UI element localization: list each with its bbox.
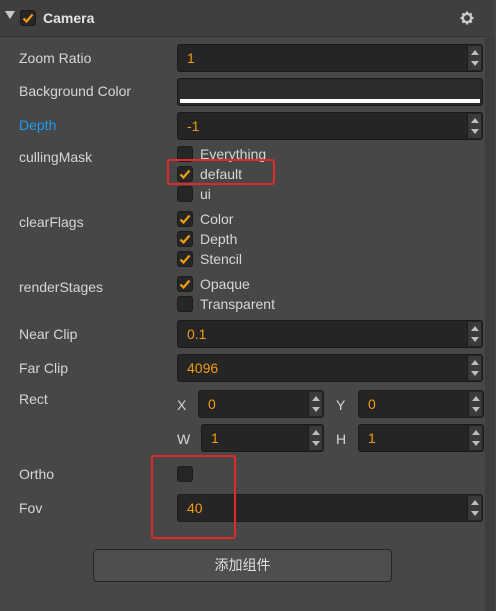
near-clip-input[interactable]: 0.1: [177, 320, 483, 348]
near-clip-stepper[interactable]: [467, 322, 481, 346]
rect-h-input[interactable]: 1: [358, 424, 484, 452]
clear-depth-label: Depth: [200, 231, 238, 247]
far-clip-input[interactable]: 4096: [177, 354, 483, 382]
rect-w-input[interactable]: 1: [201, 424, 324, 452]
rect-label: Rect: [19, 391, 48, 407]
culling-ui-label: ui: [200, 186, 211, 202]
render-stages-label: renderStages: [19, 279, 104, 295]
stage-opaque-checkbox[interactable]: [177, 276, 193, 292]
far-clip-label: Far Clip: [19, 360, 69, 376]
rect-h-label: H: [336, 431, 347, 447]
rect-y-value: 0: [368, 396, 376, 412]
far-clip-value: 4096: [187, 360, 219, 376]
far-clip-stepper[interactable]: [467, 356, 481, 380]
near-clip-label: Near Clip: [19, 326, 78, 342]
clear-flags-label: clearFlags: [19, 214, 84, 230]
rect-x-label: X: [177, 397, 187, 413]
checkmark-icon: [22, 13, 34, 24]
rect-x-input[interactable]: 0: [198, 390, 324, 418]
checkmark-icon: [179, 214, 191, 225]
checkmark-icon: [179, 234, 191, 245]
fov-label: Fov: [19, 500, 43, 516]
stage-transparent-label: Transparent: [200, 296, 275, 312]
rect-h-stepper[interactable]: [468, 426, 482, 450]
checkmark-icon: [179, 254, 191, 265]
gear-icon[interactable]: [460, 11, 474, 25]
background-color-picker[interactable]: [177, 78, 483, 106]
background-color-label: Background Color: [19, 83, 132, 99]
rect-x-value: 0: [208, 396, 216, 412]
rect-y-input[interactable]: 0: [358, 390, 484, 418]
rect-y-stepper[interactable]: [468, 392, 482, 416]
component-enabled-checkbox[interactable]: [20, 10, 36, 26]
highlight-annotation-culling: [167, 159, 275, 185]
stage-opaque-label: Opaque: [200, 276, 250, 292]
highlight-annotation-ortho-fov: [151, 455, 236, 539]
clear-stencil-label: Stencil: [200, 251, 243, 267]
near-clip-value: 0.1: [187, 326, 207, 342]
clear-color-label: Color: [200, 211, 234, 227]
collapse-triangle-icon[interactable]: [5, 11, 15, 19]
zoom-ratio-input[interactable]: 1: [177, 44, 483, 72]
rect-w-label: W: [177, 431, 191, 447]
ortho-label: Ortho: [19, 466, 55, 482]
stage-transparent-checkbox[interactable]: [177, 296, 193, 312]
clear-color-checkbox[interactable]: [177, 211, 193, 227]
panel-scrollbar-track: [485, 36, 495, 611]
clear-stencil-checkbox[interactable]: [177, 251, 193, 267]
depth-label: Depth: [19, 117, 57, 133]
culling-ui-checkbox[interactable]: [177, 186, 193, 202]
zoom-ratio-label: Zoom Ratio: [19, 50, 92, 66]
component-header: Camera: [0, 0, 494, 37]
color-swatch: [180, 81, 480, 99]
zoom-ratio-value: 1: [187, 50, 195, 66]
clear-depth-checkbox[interactable]: [177, 231, 193, 247]
culling-mask-label: cullingMask: [19, 149, 93, 165]
rect-y-label: Y: [336, 397, 346, 413]
depth-stepper[interactable]: [467, 114, 481, 138]
rect-x-stepper[interactable]: [308, 392, 322, 416]
add-component-button[interactable]: 添加组件: [93, 549, 392, 582]
checkmark-icon: [179, 279, 191, 290]
depth-input[interactable]: -1: [177, 112, 483, 140]
rect-h-value: 1: [368, 430, 376, 446]
rect-w-stepper[interactable]: [308, 426, 322, 450]
alpha-bar: [180, 99, 480, 103]
zoom-ratio-stepper[interactable]: [467, 46, 481, 70]
component-title: Camera: [43, 10, 95, 26]
rect-w-value: 1: [211, 430, 219, 446]
depth-value: -1: [187, 118, 200, 134]
fov-stepper[interactable]: [467, 496, 481, 520]
